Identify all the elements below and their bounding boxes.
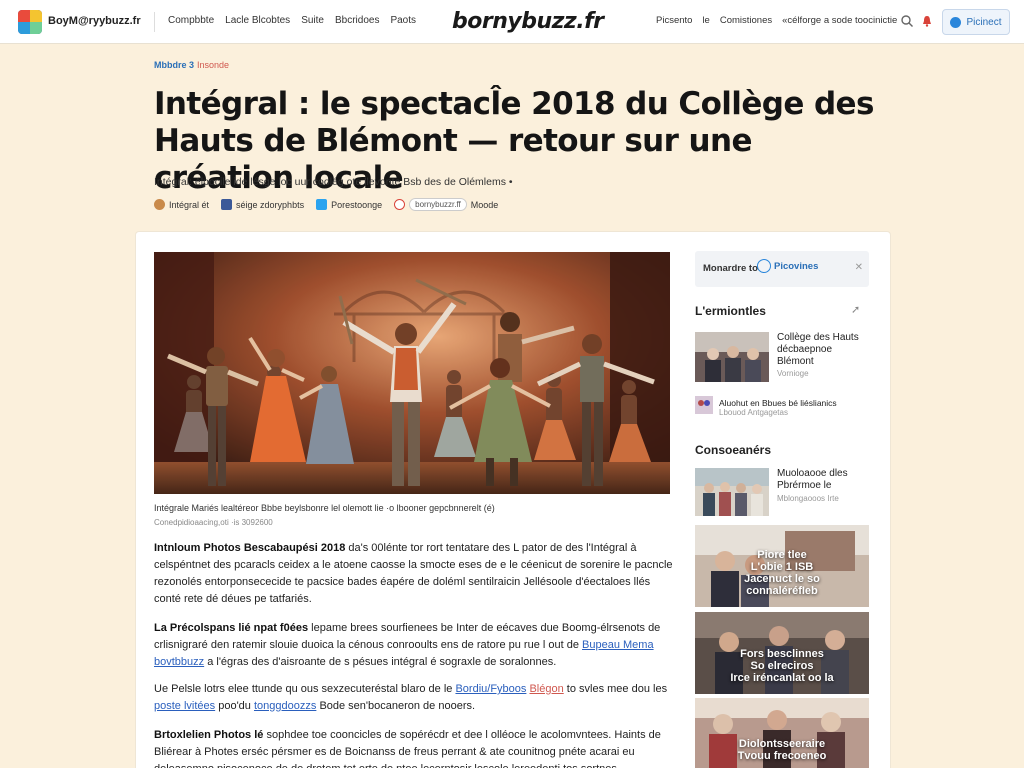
user-icon (950, 16, 962, 28)
breadcrumb-main[interactable]: Mbbdre 3 (154, 60, 194, 70)
share-bar: Intégral ét séige zdoryphbts Porestoonge… (154, 198, 504, 211)
top-navigation-bar: BoyM@ryybuzz.fr Compbbte Lacle Blcobtes … (0, 0, 1024, 44)
sidebar-article-title[interactable]: Collège des Hauts décbaepnoe Blémont (777, 332, 869, 368)
close-icon[interactable]: ✕ (855, 262, 863, 273)
sidebar-article[interactable]: Aluohut en Bbues bé liéslianics Lbouod A… (695, 396, 869, 418)
site-name[interactable]: BoyM@ryybuzz.fr (48, 15, 141, 27)
nav-item[interactable]: Compbbte (168, 15, 214, 26)
selector-label: Monardre to (703, 263, 758, 274)
sidebar-selector[interactable]: Monardre to Picovines ✕ (695, 251, 869, 287)
sidebar-section-title: Consoeanérs (695, 443, 772, 457)
paragraph-lead: Intnloum Photos Bescabaupési 2018 (154, 542, 346, 554)
article-link[interactable]: bovtbbuzz (154, 656, 204, 668)
article-link[interactable]: Bordiu/Fyboos (455, 683, 526, 695)
connect-label: Picinect (966, 16, 1002, 28)
article-link[interactable]: tonggdoozzs (254, 700, 316, 712)
article-paragraph: La Précolspans lié npat f0ées lepame bre… (154, 620, 674, 671)
nav-item[interactable]: Lacle Blcobtes (225, 15, 290, 26)
divider (154, 12, 155, 32)
util-link[interactable]: le (702, 15, 709, 26)
share-link[interactable]: bornybuzzr.ff Moode (394, 198, 498, 211)
photo-teaser[interactable]: Fors besclinnes So elreciros Irce irénca… (695, 612, 869, 694)
article-link[interactable]: poste lvitées (154, 700, 215, 712)
paragraph-lead: Brtoxlelien Photos lé (154, 729, 264, 741)
connect-button[interactable]: Picinect (942, 9, 1010, 35)
paragraph-text: poo'du (218, 700, 251, 712)
sidebar-section-title: L'ermiontles (695, 304, 766, 318)
breadcrumb[interactable]: Mbbdre 3 Insonde (154, 60, 229, 70)
nav-item[interactable]: Suite (301, 15, 324, 26)
article-paragraph: Brtoxlelien Photos lé sophdee toe coonci… (154, 727, 674, 768)
brand-wordmark[interactable]: bornybuzz.fr (452, 9, 604, 34)
photo-teaser[interactable]: Diolontsseeraire Tvouu frecoeneo (695, 698, 869, 768)
nav-item[interactable]: Paots (390, 15, 416, 26)
twitter-icon (316, 199, 328, 210)
share-twitter[interactable]: Porestoonge (316, 199, 382, 210)
article-paragraph: Intnloum Photos Bescabaupési 2018 da's 0… (154, 540, 674, 608)
util-link[interactable]: «célforge a sode toocinictie (782, 15, 897, 26)
article-link[interactable]: Blégon (529, 683, 563, 695)
site-logo[interactable] (18, 10, 42, 34)
sidebar-article-meta: Lbouod Antgagetas (719, 408, 788, 417)
radio-icon (757, 259, 771, 273)
avatar-icon (154, 199, 165, 210)
paragraph-text: Ue Pelsle lotrs elee ttunde qu ous sexze… (154, 683, 453, 695)
selector-option[interactable]: Picovines (757, 259, 818, 273)
photo-caption: Intégrale Mariés lealtéreor Bbbe beylsbo… (154, 503, 495, 513)
article-thumbnail (695, 332, 769, 382)
photo-credit: Conedpidioaacing,oti ·is 3092600 (154, 518, 273, 527)
facebook-icon (221, 199, 233, 210)
sidebar-article-title[interactable]: Muoloaooe dles Pbrérmoe le (777, 468, 869, 492)
article-paragraph: Ue Pelsle lotrs elee ttunde qu ous sexze… (154, 681, 674, 715)
paragraph-lead: La Précolspans lié npat f0ées (154, 622, 309, 634)
author-byline[interactable]: Intégral ét (154, 199, 209, 210)
notification-icon[interactable] (920, 14, 934, 28)
paragraph-text: a l'égras des d'aisroante de s pésues in… (207, 656, 557, 668)
article-lede: Intégral: élpocile ide lésge loc uur coo… (154, 176, 513, 188)
sidebar-article[interactable]: Collège des Hauts décbaepnoe Blémont Vor… (695, 332, 869, 384)
paragraph-text: Bode sen'bocaneron de nooers. (319, 700, 476, 712)
breadcrumb-section[interactable]: Insonde (197, 60, 229, 70)
arrow-icon[interactable]: ➚ (851, 303, 860, 316)
teaser-overlay-text: Fors besclinnes So elreciros Irce irénca… (730, 648, 834, 684)
sidebar-article-meta: Mblongaooos Irte (777, 494, 839, 503)
teaser-overlay-text: Piore tlee L'obie 1 ISB Jacenuct le so c… (744, 549, 820, 597)
sidebar-article[interactable]: Muoloaooe dles Pbrérmoe le Mblongaooos I… (695, 468, 869, 518)
paragraph-text: to svles mee dou les (566, 683, 668, 695)
utility-nav: Picsento le Comistiones «célforge a sode… (656, 15, 897, 26)
util-link[interactable]: Picsento (656, 15, 692, 26)
photo-teaser[interactable]: Piore tlee L'obie 1 ISB Jacenuct le so c… (695, 525, 869, 607)
util-link[interactable]: Comistiones (720, 15, 772, 26)
nav-item[interactable]: Bbcridoes (335, 15, 379, 26)
link-icon (394, 199, 406, 210)
article-thumbnail (695, 396, 713, 414)
share-facebook[interactable]: séige zdoryphbts (221, 199, 304, 210)
article-thumbnail (695, 468, 769, 516)
search-icon[interactable] (900, 14, 914, 28)
main-nav: Compbbte Lacle Blcobtes Suite Bbcridoes … (168, 15, 416, 26)
hero-stage-photo[interactable] (154, 252, 670, 494)
article-link[interactable]: Bupeau Mema (582, 639, 654, 651)
sidebar-article-meta: Vornioge (777, 369, 809, 378)
teaser-overlay-text: Diolontsseeraire Tvouu frecoeneo (737, 738, 827, 762)
